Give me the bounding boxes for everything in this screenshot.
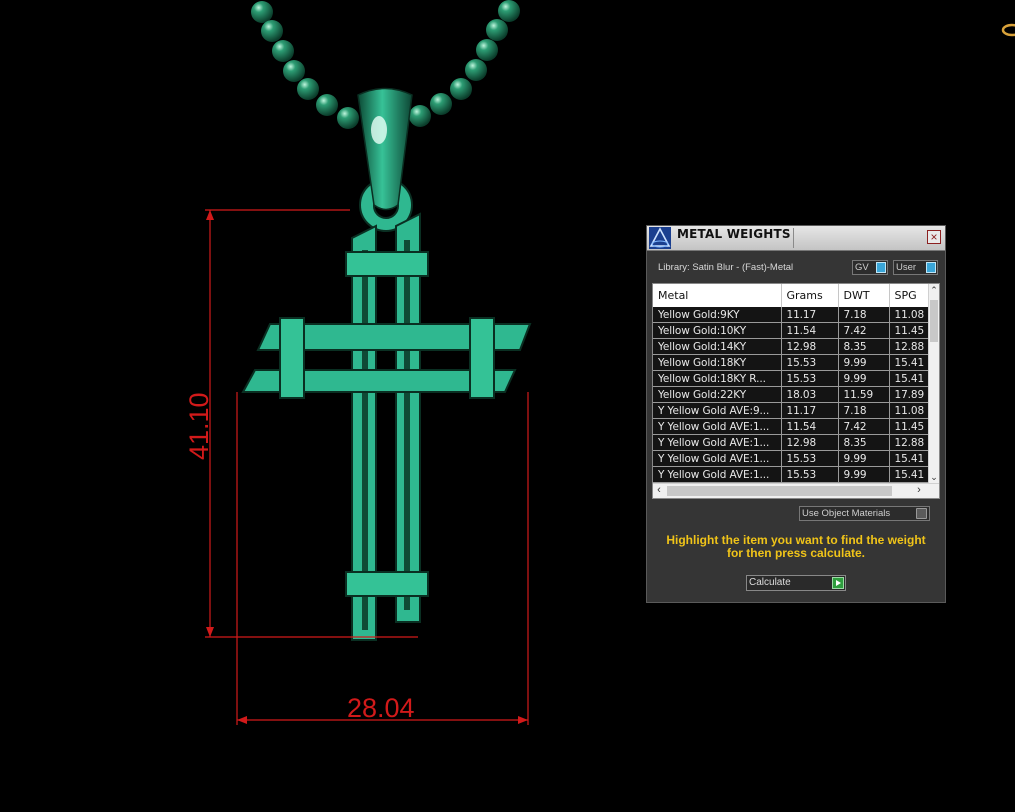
cell-dwt: 9.99 [838,450,890,467]
library-label: Library: Satin Blur - (Fast)-Metal [658,262,794,273]
cell-metal: Y Yellow Gold AVE:1... [653,466,782,483]
toggle-switch-icon [926,262,936,273]
table-row[interactable]: Y Yellow Gold AVE:1... 12.98 8.35 12.88 [653,434,930,451]
radio-icon[interactable] [916,508,927,519]
table-row[interactable]: Yellow Gold:22KY 18.03 11.59 17.89 [653,386,930,403]
cell-dwt: 7.42 [838,322,890,339]
cell-spg: 15.41 [889,370,930,387]
instruction-text: Highlight the item you want to find the … [666,533,926,560]
panel-title: METAL WEIGHTS [677,227,791,241]
app-logo-icon [649,227,671,249]
cell-metal: Yellow Gold:18KY R... [653,370,782,387]
table-row[interactable]: Yellow Gold:14KY 12.98 8.35 12.88 [653,338,930,355]
cell-grams: 15.53 [781,450,839,467]
cell-spg: 15.41 [889,450,930,467]
use-object-materials-label: Use Object Materials [802,508,891,519]
close-icon[interactable]: × [927,230,941,244]
table-row[interactable]: Y Yellow Gold AVE:1... 15.53 9.99 15.41 [653,466,930,483]
horizontal-scroll-thumb[interactable] [667,486,892,496]
dimension-height-label: 41.10 [184,392,214,460]
cell-spg: 11.08 [889,307,930,323]
dimension-width-label: 28.04 [347,693,415,723]
cell-spg: 11.45 [889,418,930,435]
cell-dwt: 7.18 [838,402,890,419]
cell-metal: Y Yellow Gold AVE:1... [653,434,782,451]
cell-spg: 11.08 [889,402,930,419]
use-object-materials-option[interactable]: Use Object Materials [799,506,930,521]
cell-dwt: 7.18 [838,307,890,323]
cell-spg: 11.45 [889,322,930,339]
cell-metal: Yellow Gold:10KY [653,322,782,339]
cell-dwt: 11.59 [838,386,890,403]
column-header-dwt[interactable]: DWT [838,284,890,307]
scroll-down-icon[interactable]: ⌄ [929,471,939,483]
vertical-scrollbar[interactable]: ⌃ ⌄ [928,284,939,483]
cell-dwt: 9.99 [838,354,890,371]
table-row[interactable]: Y Yellow Gold AVE:1... 15.53 9.99 15.41 [653,450,930,467]
column-header-grams[interactable]: Grams [781,284,839,307]
dimension-width [236,392,529,725]
table-row[interactable]: Y Yellow Gold AVE:1... 11.54 7.42 11.45 [653,418,930,435]
cell-dwt: 9.99 [838,370,890,387]
cell-spg: 12.88 [889,338,930,355]
cell-grams: 11.54 [781,418,839,435]
cell-metal: Yellow Gold:22KY [653,386,782,403]
cell-dwt: 8.35 [838,338,890,355]
calculate-button[interactable]: Calculate [746,575,846,591]
cell-metal: Y Yellow Gold AVE:1... [653,450,782,467]
scroll-right-icon[interactable]: › [913,484,925,498]
cross-pendant [241,178,532,641]
vertical-scroll-thumb[interactable] [930,300,938,342]
cell-spg: 17.89 [889,386,930,403]
cell-metal: Yellow Gold:9KY [653,307,782,323]
cell-grams: 15.53 [781,354,839,371]
column-header-metal[interactable]: Metal [653,284,782,307]
panel-titlebar[interactable]: METAL WEIGHTS × [647,226,945,251]
metal-weights-panel: METAL WEIGHTS × Library: Satin Blur - (F… [646,225,946,603]
cell-grams: 15.53 [781,466,839,483]
table-row[interactable]: Yellow Gold:9KY 11.17 7.18 11.08 [653,307,930,323]
cell-grams: 15.53 [781,370,839,387]
toggle-switch-icon [876,262,886,273]
cell-dwt: 9.99 [838,466,890,483]
table-header: Metal Grams DWT SPG [653,284,930,307]
cell-metal: Yellow Gold:18KY [653,354,782,371]
cell-spg: 15.41 [889,466,930,483]
cell-grams: 11.17 [781,402,839,419]
cell-metal: Yellow Gold:14KY [653,338,782,355]
cell-dwt: 7.42 [838,418,890,435]
table-row[interactable]: Yellow Gold:18KY 15.53 9.99 15.41 [653,354,930,371]
cell-spg: 15.41 [889,354,930,371]
calculate-label: Calculate [749,577,791,588]
partial-ring-object [1001,23,1015,37]
cell-grams: 18.03 [781,386,839,403]
gv-toggle[interactable]: GV [852,260,888,275]
user-toggle-label: User [896,262,917,273]
cell-metal: Y Yellow Gold AVE:9... [653,402,782,419]
scroll-up-icon[interactable]: ⌃ [929,284,939,296]
gv-toggle-label: GV [855,262,869,273]
column-header-spg[interactable]: SPG [889,284,930,307]
cell-grams: 12.98 [781,338,839,355]
cell-dwt: 8.35 [838,434,890,451]
cell-metal: Y Yellow Gold AVE:1... [653,418,782,435]
table-row[interactable]: Yellow Gold:10KY 11.54 7.42 11.45 [653,322,930,339]
metal-table[interactable]: Metal Grams DWT SPG Yellow Gold:9KY 11.17… [652,283,940,499]
cell-grams: 12.98 [781,434,839,451]
title-separator [793,228,794,248]
scroll-left-icon[interactable]: ‹ [653,484,665,498]
cell-spg: 12.88 [889,434,930,451]
table-row[interactable]: Yellow Gold:18KY R... 15.53 9.99 15.41 [653,370,930,387]
horizontal-scrollbar[interactable]: ‹ › [653,483,939,498]
user-toggle[interactable]: User [893,260,938,275]
cell-grams: 11.54 [781,322,839,339]
cell-grams: 11.17 [781,307,839,323]
table-row[interactable]: Y Yellow Gold AVE:9... 11.17 7.18 11.08 [653,402,930,419]
play-icon [832,577,844,589]
